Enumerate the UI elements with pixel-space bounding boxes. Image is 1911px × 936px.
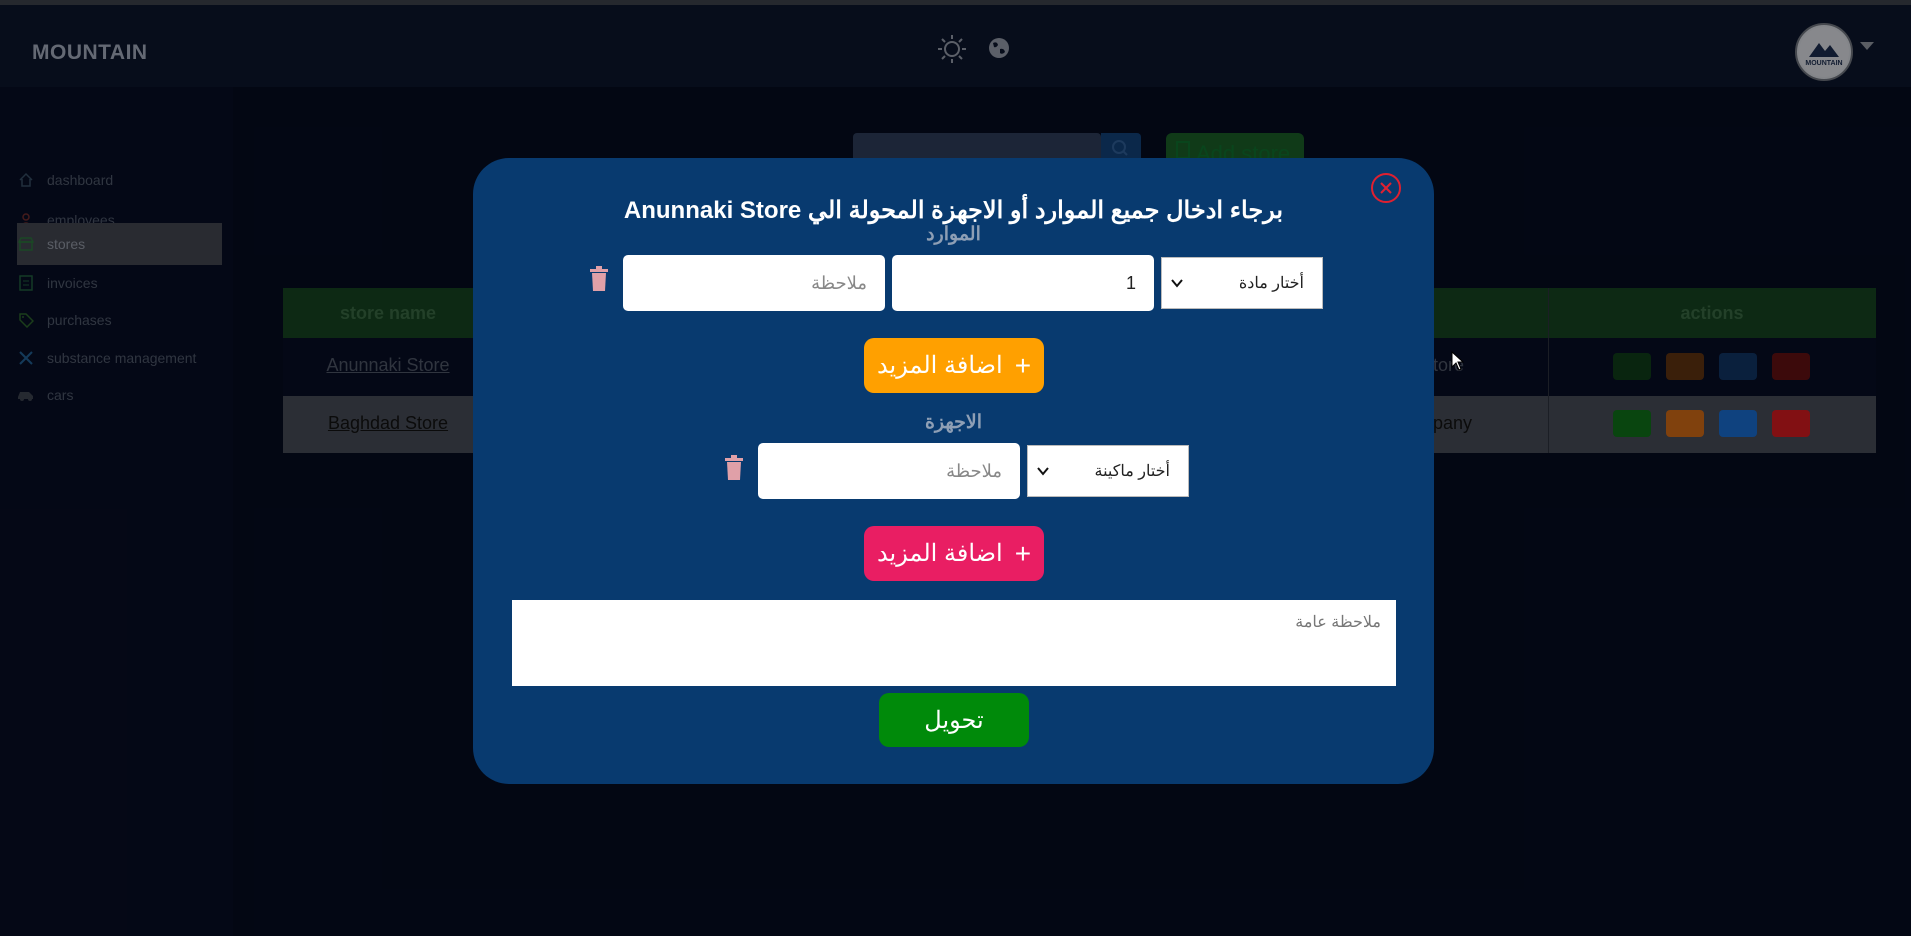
chevron-down-icon bbox=[1171, 279, 1183, 288]
trash-icon[interactable] bbox=[588, 266, 610, 292]
close-icon bbox=[1380, 182, 1392, 194]
plus-icon: + bbox=[1014, 537, 1032, 569]
trash-icon[interactable] bbox=[723, 455, 745, 481]
plus-icon: + bbox=[1014, 349, 1032, 381]
add-more-label: اضافة المزيد bbox=[876, 352, 1003, 379]
modal-title: برجاء ادخال جميع الموارد أو الاجهزة المح… bbox=[623, 197, 1284, 224]
machine-select[interactable]: أختار ماكينة bbox=[1027, 445, 1189, 497]
quantity-input[interactable]: 1 bbox=[892, 255, 1154, 311]
transfer-submit-button[interactable]: تحويل bbox=[879, 693, 1029, 747]
material-select-value: أختار مادة bbox=[1238, 275, 1304, 292]
resource-note-input[interactable]: ملاحظة bbox=[623, 255, 885, 311]
transfer-modal: برجاء ادخال جميع الموارد أو الاجهزة المح… bbox=[473, 158, 1434, 784]
device-note-input[interactable]: ملاحظة bbox=[758, 443, 1020, 499]
machine-select-value: أختار ماكينة bbox=[1094, 463, 1170, 480]
add-more-resources-button[interactable]: + اضافة المزيد bbox=[864, 338, 1044, 393]
add-more-devices-button[interactable]: + اضافة المزيد bbox=[864, 526, 1044, 581]
mouse-cursor-icon bbox=[1451, 351, 1465, 371]
devices-heading: الاجهزة bbox=[924, 412, 983, 433]
general-note-textarea[interactable]: ملاحظة عامة bbox=[512, 600, 1396, 686]
chevron-down-icon bbox=[1037, 467, 1049, 476]
add-more-label: اضافة المزيد bbox=[876, 540, 1003, 567]
material-select[interactable]: أختار مادة bbox=[1161, 257, 1323, 309]
resources-heading: الموارد bbox=[926, 224, 981, 245]
